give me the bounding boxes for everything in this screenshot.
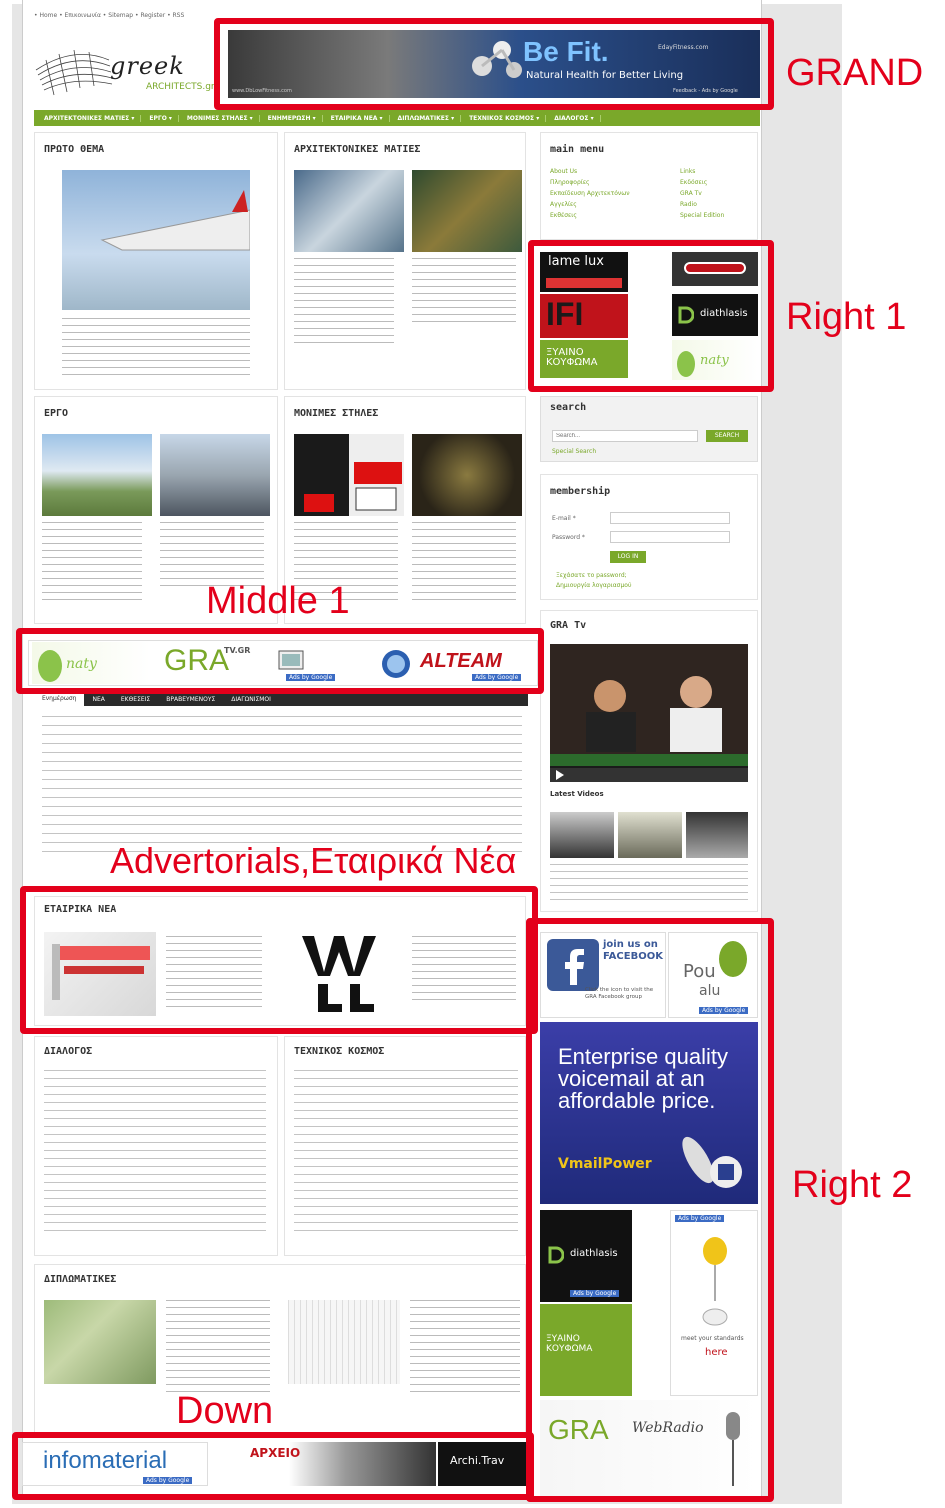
right1-highlight — [528, 240, 774, 392]
grand-label: GRAND — [786, 52, 924, 94]
search-title: search — [550, 402, 587, 413]
login-button[interactable]: LOG IN — [610, 551, 646, 563]
menu-item[interactable]: Links — [680, 166, 724, 177]
tab-enimerosi[interactable]: Ενημέρωση — [34, 692, 85, 706]
nav-item[interactable]: ΕΝΗΜΕΡΩΣΗ ▾ — [262, 114, 323, 122]
stop-poster-icon — [294, 434, 402, 516]
diplomatikes-text-1[interactable] — [166, 1300, 270, 1396]
maties-title: ΑΡΧΙΤΕΚΤΟΝΙΚΕΣ ΜΑΤΙΕΣ — [294, 144, 421, 155]
news-tabbar: Ενημέρωση ΝΕΑ ΕΚΘΕΣΕΙΣ ΒΡΑΒΕΥΜΕΝΟΥΣ ΔΙΑΓ… — [34, 692, 528, 706]
video-thumb-3[interactable] — [686, 812, 748, 858]
search-input[interactable] — [552, 430, 698, 442]
forgot-password-link[interactable]: Ξεχάσατε το password; — [556, 572, 627, 579]
menu-item[interactable]: GRA Tv — [680, 188, 724, 199]
texnikos-list[interactable] — [294, 1070, 518, 1236]
monimes-title: ΜΟΝΙΜΕΣ ΣΤΗΛΕΣ — [294, 408, 379, 419]
down-label: Down — [176, 1390, 274, 1432]
middle1-label: Middle 1 — [206, 580, 350, 622]
advertorials-highlight — [20, 886, 538, 1034]
logo-word: greek — [110, 52, 185, 80]
airplane-wing-icon — [100, 190, 251, 251]
gra-tv-title: GRA Tv — [550, 620, 587, 631]
nav-item[interactable]: ΔΙΑΛΟΓΟΣ ▾ — [548, 114, 601, 122]
logo-sub: ARCHITECTS.gr — [146, 82, 215, 92]
right1-label: Right 1 — [786, 296, 907, 338]
grand-highlight — [214, 18, 774, 110]
tab-nea[interactable]: ΝΕΑ — [84, 696, 112, 703]
dialogos-title: ΔΙΑΛΟΓΟΣ — [44, 1046, 93, 1057]
right2-highlight — [526, 918, 774, 1502]
nav-item[interactable]: ΕΡΓΟ ▾ — [143, 114, 179, 122]
texnikos-title: ΤΕΧΝΙΚΟΣ ΚΟΣΜΟΣ — [294, 1046, 385, 1057]
maties-text-1[interactable] — [294, 258, 394, 348]
password-label: Password * — [552, 534, 585, 541]
dialogos-list[interactable] — [44, 1070, 266, 1236]
ergo-image-2[interactable] — [160, 434, 270, 516]
diplomatikes-image-2[interactable] — [288, 1300, 400, 1384]
tab-ektheseis[interactable]: ΕΚΘΕΣΕΙΣ — [113, 696, 158, 703]
maties-image-2[interactable] — [412, 170, 522, 252]
down-highlight — [12, 1432, 534, 1500]
video-captions[interactable] — [550, 864, 748, 904]
middle1-highlight — [16, 628, 544, 694]
monimes-image-1[interactable] — [294, 434, 404, 516]
site-logo[interactable]: greek ARCHITECTS.gr — [34, 40, 215, 102]
main-menu-left: About Us Πληροφορίες Εκπαίδευση Αρχιτεκτ… — [550, 166, 630, 221]
maties-image-1[interactable] — [294, 170, 404, 252]
main-navbar: ΑΡΧΙΤΕΚΤΟΝΙΚΕΣ ΜΑΤΙΕΣ ▾ ΕΡΓΟ ▾ ΜΟΝΙΜΕΣ Σ… — [34, 110, 760, 126]
proto-thema-text[interactable] — [62, 318, 250, 378]
maties-text-2[interactable] — [412, 258, 516, 328]
nav-item[interactable]: ΑΡΧΙΤΕΚΤΟΝΙΚΕΣ ΜΑΤΙΕΣ ▾ — [38, 114, 142, 122]
search-button[interactable]: SEARCH — [706, 430, 748, 442]
diplomatikes-image-1[interactable] — [44, 1300, 156, 1384]
main-menu-title: main menu — [550, 144, 605, 155]
email-label: E-mail * — [552, 515, 576, 522]
menu-item[interactable]: Πληροφορίες — [550, 177, 630, 188]
proto-thema-image[interactable] — [62, 170, 251, 310]
top-links[interactable]: • Home • Επικοινωνία • Sitemap • Registe… — [34, 12, 184, 19]
membership-title: membership — [550, 486, 611, 497]
main-menu-right: Links Εκδόσεις GRA Tv Radio Special Edit… — [680, 166, 724, 221]
nav-item[interactable]: ΕΤΑΙΡΙΚΑ ΝΕΑ ▾ — [325, 114, 390, 122]
video-frame-icon — [550, 644, 748, 782]
menu-item[interactable]: Εκπαίδευση Αρχιτεκτόνων — [550, 188, 630, 199]
password-field[interactable] — [610, 531, 730, 543]
monimes-text-2[interactable] — [412, 522, 516, 606]
logo-building-icon — [35, 49, 113, 96]
register-link[interactable]: Δημιουργία λογαριασμού — [556, 582, 631, 589]
ergo-text-1[interactable] — [42, 522, 142, 606]
menu-item[interactable]: Special Edition — [680, 210, 724, 221]
video-thumb-2[interactable] — [618, 812, 682, 858]
menu-item[interactable]: About Us — [550, 166, 630, 177]
nav-item[interactable]: ΔΙΠΛΩΜΑΤΙΚΕΣ ▾ — [392, 114, 462, 122]
menu-item[interactable]: Radio — [680, 199, 724, 210]
right2-label: Right 2 — [792, 1164, 913, 1206]
proto-thema-title: ΠΡΩΤΟ ΘΕΜΑ — [44, 144, 105, 155]
ergo-text-2[interactable] — [160, 522, 264, 586]
tab-vraveumenoi[interactable]: ΒΡΑΒΕΥΜΕΝΟΥΣ — [158, 696, 223, 703]
tab-diagonismoi[interactable]: ΔΙΑΓΩΝΙΣΜΟΙ — [223, 696, 279, 703]
latest-videos-title: Latest Videos — [550, 790, 604, 798]
menu-item[interactable]: Εκθέσεις — [550, 210, 630, 221]
news-list[interactable] — [42, 716, 522, 856]
menu-item[interactable]: Εκδόσεις — [680, 177, 724, 188]
diplomatikes-text-2[interactable] — [410, 1300, 520, 1396]
nav-item[interactable]: ΤΕΧΝΙΚΟΣ ΚΟΣΜΟΣ ▾ — [463, 114, 547, 122]
monimes-image-2[interactable] — [412, 434, 522, 516]
video-thumb-1[interactable] — [550, 812, 614, 858]
menu-item[interactable]: Αγγελίες — [550, 199, 630, 210]
special-search-link[interactable]: Special Search — [552, 448, 596, 455]
diplomatikes-title: ΔΙΠΛΩΜΑΤΙΚΕΣ — [44, 1274, 117, 1285]
nav-item[interactable]: ΜΟΝΙΜΕΣ ΣΤΗΛΕΣ ▾ — [181, 114, 260, 122]
advertorials-label: Advertorials,Εταιρικά Νέα — [110, 840, 517, 881]
ergo-image-1[interactable] — [42, 434, 152, 516]
email-field[interactable] — [610, 512, 730, 524]
video-player[interactable] — [550, 644, 748, 782]
ergo-title: ΕΡΓΟ — [44, 408, 69, 419]
